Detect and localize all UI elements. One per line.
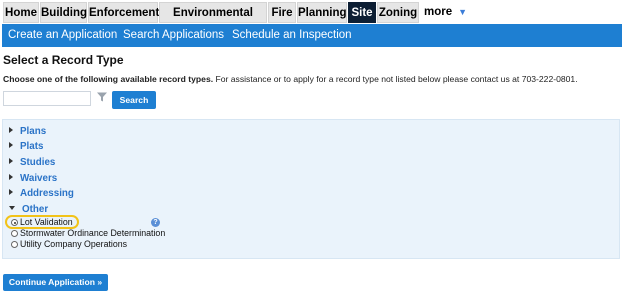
search-button[interactable]: Search [112, 91, 156, 109]
expand-arrow-icon [9, 158, 13, 164]
radio-button[interactable] [11, 241, 18, 248]
option-label: Utility Company Operations [20, 239, 128, 249]
record-types-panel: Plans Plats Studies Waivers Addressing O… [2, 119, 620, 259]
tab-planning[interactable]: Planning [297, 2, 347, 23]
sub-navigation-bar: Create an Application Search Application… [2, 24, 622, 47]
top-tab-bar: Home Building Enforcement Environmental … [0, 0, 624, 40]
instructions-text: Choose one of the following available re… [3, 74, 578, 84]
tab-fire[interactable]: Fire [268, 2, 296, 23]
selection-highlight [5, 215, 79, 229]
category-waivers[interactable]: Waivers [9, 172, 57, 186]
tab-environmental-health[interactable]: Environmental Health [159, 2, 267, 40]
radio-button[interactable] [11, 230, 18, 237]
caret-down-icon: ▼ [458, 7, 468, 17]
page-title: Select a Record Type [3, 53, 124, 67]
category-plats[interactable]: Plats [9, 140, 43, 154]
tab-zoning[interactable]: Zoning [377, 2, 419, 23]
filter-icon[interactable] [96, 91, 108, 103]
expand-arrow-icon [9, 142, 13, 148]
category-label: Studies [20, 157, 56, 168]
create-application-link[interactable]: Create an Application [8, 24, 117, 47]
category-label: Plans [20, 126, 47, 137]
option-label: Stormwater Ordinance Determination [20, 228, 166, 238]
option-stormwater-ordinance-determination[interactable]: Stormwater Ordinance Determination [11, 228, 165, 239]
category-label: Plats [20, 141, 44, 152]
option-utility-company-operations[interactable]: Utility Company Operations [11, 239, 127, 250]
record-type-search-input[interactable] [3, 91, 91, 106]
category-label: Addressing [20, 188, 74, 199]
tab-home[interactable]: Home [3, 2, 39, 23]
more-label: more [424, 6, 453, 18]
instructions-bold: Choose one of the following available re… [3, 74, 214, 84]
expand-arrow-icon [9, 174, 13, 180]
expand-arrow-icon [9, 189, 13, 195]
schedule-inspection-link[interactable]: Schedule an Inspection [232, 24, 352, 47]
category-studies[interactable]: Studies [9, 156, 55, 170]
tab-enforcement[interactable]: Enforcement [88, 2, 159, 23]
expand-arrow-icon [9, 127, 13, 133]
instructions-rest: For assistance or to apply for a record … [213, 74, 578, 84]
category-addressing[interactable]: Addressing [9, 187, 74, 201]
search-applications-link[interactable]: Search Applications [123, 24, 224, 47]
help-icon[interactable]: ? [151, 218, 160, 227]
more-menu[interactable]: more ▼ [424, 2, 467, 23]
tab-site[interactable]: Site [348, 2, 376, 23]
category-label: Waivers [20, 173, 58, 184]
continue-application-button[interactable]: Continue Application » [3, 274, 108, 291]
category-label: Other [22, 204, 49, 215]
collapse-arrow-icon [9, 206, 15, 210]
tab-building[interactable]: Building [40, 2, 87, 23]
category-plans[interactable]: Plans [9, 125, 46, 139]
